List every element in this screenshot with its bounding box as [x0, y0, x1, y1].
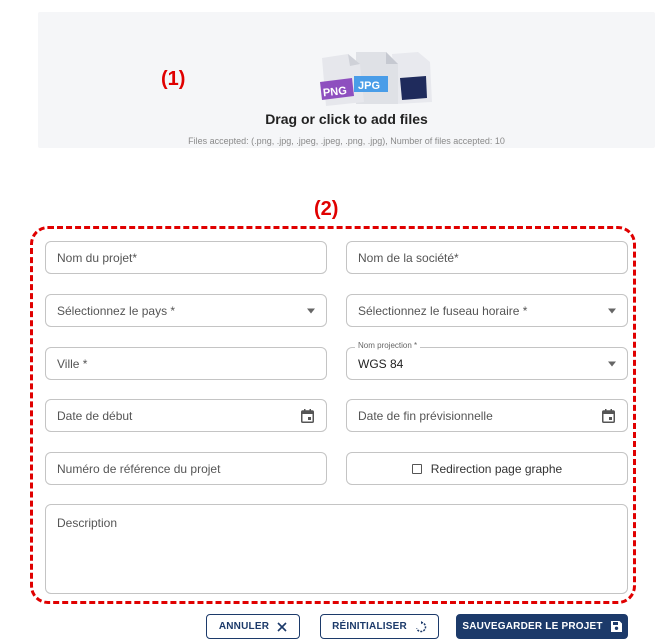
- projection-floating-label: Nom projection *: [355, 341, 421, 350]
- jpg-badge-label: JPG: [358, 80, 380, 92]
- country-label: Sélectionnez le pays *: [57, 303, 176, 318]
- cancel-button[interactable]: ANNULER: [206, 614, 300, 639]
- save-icon: [610, 621, 622, 632]
- redirect-label: Redirection page graphe: [430, 461, 563, 476]
- chevron-down-icon: [608, 361, 616, 366]
- description-textarea[interactable]: Description: [45, 504, 628, 594]
- start-date-field[interactable]: Date de début: [45, 399, 327, 432]
- end-date-label: Date de fin prévisionnelle: [358, 408, 493, 423]
- reset-icon: [415, 620, 427, 633]
- reference-number-field[interactable]: Numéro de référence du projet: [45, 452, 327, 485]
- country-select[interactable]: Sélectionnez le pays *: [45, 294, 327, 327]
- redirect-checkbox[interactable]: [411, 463, 422, 474]
- project-name-label: Nom du projet*: [57, 250, 138, 265]
- company-name-label: Nom de la société*: [358, 250, 459, 265]
- calendar-icon[interactable]: [602, 408, 615, 423]
- save-project-button[interactable]: SAUVEGARDER LE PROJET: [456, 614, 628, 639]
- projection-value: WGS 84: [358, 357, 404, 371]
- file-dropzone[interactable]: PNG JPG Drag or click to add files Files…: [38, 12, 655, 148]
- timezone-label: Sélectionnez le fuseau horaire *: [358, 303, 528, 318]
- annotation-marker-2: (2): [314, 198, 339, 220]
- projection-select[interactable]: Nom projection * WGS 84: [346, 341, 628, 380]
- reset-button-label: RÉINITIALISER: [332, 621, 407, 632]
- project-name-field[interactable]: Nom du projet*: [45, 241, 327, 274]
- calendar-icon[interactable]: [301, 408, 314, 423]
- reference-number-label: Numéro de référence du projet: [57, 461, 221, 476]
- dropzone-title: Drag or click to add files: [265, 111, 428, 127]
- files-illustration-icon: PNG JPG: [320, 52, 432, 106]
- png-badge-label: PNG: [322, 85, 347, 99]
- chevron-down-icon: [608, 308, 616, 313]
- start-date-label: Date de début: [57, 408, 133, 423]
- chevron-down-icon: [307, 308, 315, 313]
- city-label: Ville *: [57, 356, 88, 371]
- annotation-marker-1: (1): [161, 68, 186, 90]
- description-label: Description: [57, 516, 118, 530]
- dropzone-subtitle: Files accepted: (.png, .jpg, .jpeg, .jpe…: [188, 136, 505, 146]
- timezone-select[interactable]: Sélectionnez le fuseau horaire *: [346, 294, 628, 327]
- cancel-button-label: ANNULER: [218, 621, 270, 632]
- reset-button[interactable]: RÉINITIALISER: [320, 614, 439, 639]
- save-project-button-label: SAUVEGARDER LE PROJET: [462, 621, 603, 632]
- close-icon: [277, 621, 287, 632]
- end-date-field[interactable]: Date de fin prévisionnelle: [346, 399, 628, 432]
- company-name-field[interactable]: Nom de la société*: [346, 241, 628, 274]
- city-field[interactable]: Ville *: [45, 347, 327, 380]
- redirect-graph-toggle[interactable]: Redirection page graphe: [346, 452, 628, 485]
